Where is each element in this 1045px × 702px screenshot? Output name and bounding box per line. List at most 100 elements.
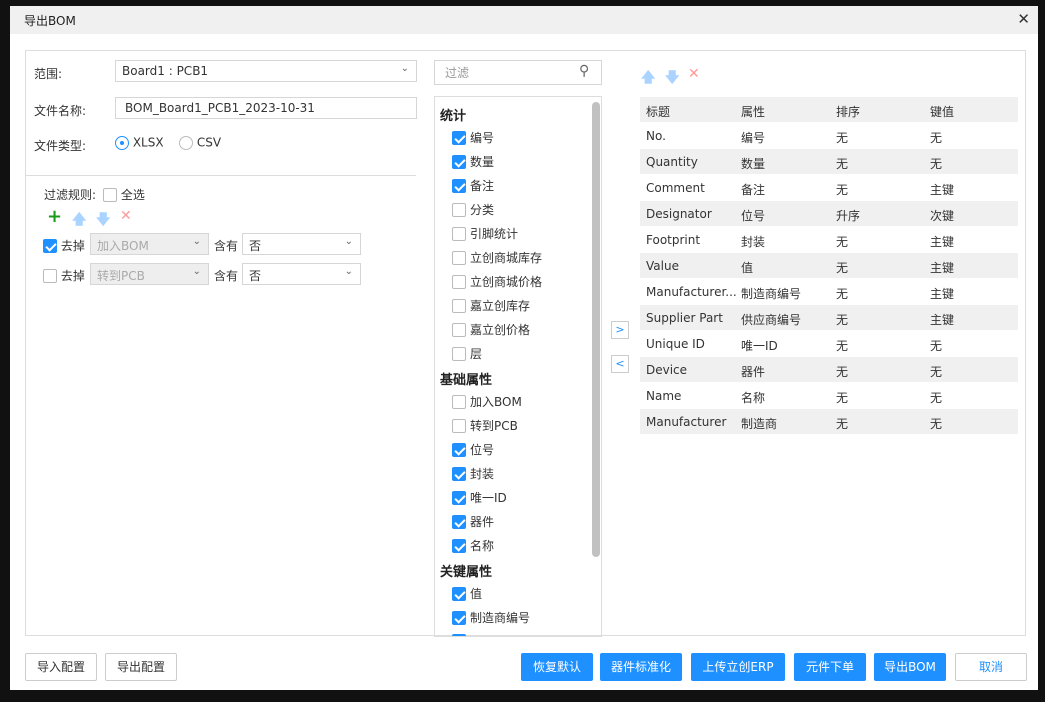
move-left-button[interactable]: < <box>611 355 629 373</box>
arrow-down-icon[interactable]: 🡇 <box>96 209 110 233</box>
field-item[interactable]: 嘉立创库存 <box>452 297 530 314</box>
field-checkbox[interactable] <box>452 346 466 361</box>
filter-input[interactable]: 过滤 <box>434 60 602 85</box>
chevron-down-icon: ⌄ <box>192 236 201 247</box>
table-cell: 器件 <box>741 365 766 379</box>
table-cell: 供应商编号 <box>741 313 802 327</box>
radio-icon <box>179 135 193 150</box>
table-row[interactable]: Manufacturer 制造商 无 无 <box>640 409 1018 435</box>
table-row[interactable]: Unique ID 唯一ID 无 无 <box>640 331 1018 357</box>
field-item[interactable]: 嘉立创价格 <box>452 321 530 338</box>
table-row[interactable]: No. 编号 无 无 <box>640 123 1018 149</box>
field-checkbox[interactable] <box>452 274 466 289</box>
field-checkbox[interactable] <box>452 514 466 529</box>
rule-value-select[interactable]: 否 ⌄ <box>242 263 361 285</box>
field-checkbox[interactable] <box>452 202 466 217</box>
table-row[interactable]: Name 名称 无 无 <box>640 383 1018 409</box>
select-all-checkbox[interactable]: 全选 <box>103 186 145 203</box>
field-checkbox[interactable] <box>452 538 466 553</box>
field-checkbox[interactable] <box>452 154 466 169</box>
import-config-button[interactable]: 导入配置 <box>25 653 97 681</box>
table-cell: 无 <box>930 131 943 145</box>
upload-erp-button[interactable]: 上传立创ERP <box>691 653 785 681</box>
field-item[interactable]: 备注 <box>452 177 494 194</box>
field-item[interactable]: 数量 <box>452 153 494 170</box>
field-item[interactable]: 加入BOM <box>452 393 522 410</box>
table-row[interactable]: Device 器件 无 无 <box>640 357 1018 383</box>
field-checkbox[interactable] <box>452 442 466 457</box>
table-row[interactable]: Comment 备注 无 主键 <box>640 175 1018 201</box>
table-cell: Value <box>646 259 679 273</box>
field-checkbox[interactable] <box>452 226 466 241</box>
delete-icon[interactable]: ✕ <box>120 208 132 224</box>
field-item[interactable]: 位号 <box>452 441 494 458</box>
select-all-label: 全选 <box>120 188 145 202</box>
field-item[interactable]: 立创商城库存 <box>452 249 542 266</box>
table-row[interactable]: Quantity 数量 无 无 <box>640 149 1018 175</box>
arrow-up-icon[interactable]: 🡅 <box>641 67 655 91</box>
field-checkbox[interactable] <box>452 394 466 409</box>
table-cell: 值 <box>741 261 754 275</box>
table-row[interactable]: Designator 位号 升序 次键 <box>640 201 1018 227</box>
title-bar: 导出BOM ✕ <box>10 6 1038 34</box>
field-checkbox[interactable] <box>452 322 466 337</box>
table-row[interactable]: Supplier Part 供应商编号 无 主键 <box>640 305 1018 331</box>
restore-default-button[interactable]: 恢复默认 <box>521 653 593 681</box>
field-checkbox[interactable] <box>452 466 466 481</box>
field-item[interactable]: 封装 <box>452 465 494 482</box>
field-item[interactable]: 转到PCB <box>452 417 518 434</box>
rule-op: 含有 <box>214 239 239 253</box>
field-checkbox[interactable] <box>452 178 466 193</box>
field-item[interactable]: 器件 <box>452 513 494 530</box>
arrow-down-icon[interactable]: 🡇 <box>665 67 679 91</box>
chevron-down-icon: ⌄ <box>344 236 353 247</box>
delete-icon[interactable]: ✕ <box>688 66 700 82</box>
field-item[interactable]: 编号 <box>452 129 494 146</box>
export-config-button[interactable]: 导出配置 <box>105 653 177 681</box>
field-item[interactable]: 立创商城价格 <box>452 273 542 290</box>
order-button[interactable]: 元件下单 <box>794 653 866 681</box>
field-checkbox[interactable] <box>452 633 466 636</box>
field-checkbox[interactable] <box>452 490 466 505</box>
field-checkbox[interactable] <box>452 298 466 313</box>
rule-checkbox[interactable] <box>43 238 57 253</box>
export-bom-button[interactable]: 导出BOM <box>874 653 946 681</box>
arrow-up-icon[interactable]: 🡅 <box>72 209 86 233</box>
field-label: 嘉立创库存 <box>470 299 531 313</box>
radio-csv[interactable]: CSV <box>179 135 221 150</box>
filename-input[interactable]: BOM_Board1_PCB1_2023-10-31 <box>115 97 417 119</box>
scrollbar[interactable] <box>592 102 600 557</box>
field-checkbox[interactable] <box>452 250 466 265</box>
chevron-down-icon: ⌄ <box>344 266 353 277</box>
rule-checkbox[interactable] <box>43 268 57 283</box>
field-item[interactable]: 层 <box>452 345 482 362</box>
standardize-button[interactable]: 器件标准化 <box>600 653 682 681</box>
table-cell: Designator <box>646 207 712 221</box>
table-cell: 无 <box>930 391 943 405</box>
close-icon[interactable]: ✕ <box>1017 10 1030 28</box>
table-cell: 无 <box>836 261 849 275</box>
field-item[interactable]: 制造商编号 <box>452 609 530 626</box>
field-item[interactable]: 引脚统计 <box>452 225 518 242</box>
rule-value-select[interactable]: 否 ⌄ <box>242 233 361 255</box>
cancel-button[interactable]: 取消 <box>955 653 1027 681</box>
field-item[interactable]: 唯一ID <box>452 489 507 506</box>
radio-xlsx[interactable]: XLSX <box>115 135 164 150</box>
table-row[interactable]: Manufacturer... 制造商编号 无 主键 <box>640 279 1018 305</box>
table-row[interactable]: Value 值 无 主键 <box>640 253 1018 279</box>
field-label: 名称 <box>470 539 495 553</box>
add-icon[interactable]: + <box>47 206 62 227</box>
field-checkbox[interactable] <box>452 610 466 625</box>
field-item[interactable]: 值 <box>452 585 482 602</box>
rule-action: 去掉 <box>60 269 85 283</box>
field-label: 封装 <box>470 467 495 481</box>
table-row[interactable]: Footprint 封装 无 主键 <box>640 227 1018 253</box>
field-item[interactable]: 分类 <box>452 201 494 218</box>
field-checkbox[interactable] <box>452 130 466 145</box>
table-cell: Quantity <box>646 155 698 169</box>
field-checkbox[interactable] <box>452 586 466 601</box>
range-select[interactable]: Board1 : PCB1 ⌄ <box>115 60 417 82</box>
move-right-button[interactable]: > <box>611 321 629 339</box>
field-checkbox[interactable] <box>452 418 466 433</box>
field-item[interactable]: 名称 <box>452 537 494 554</box>
